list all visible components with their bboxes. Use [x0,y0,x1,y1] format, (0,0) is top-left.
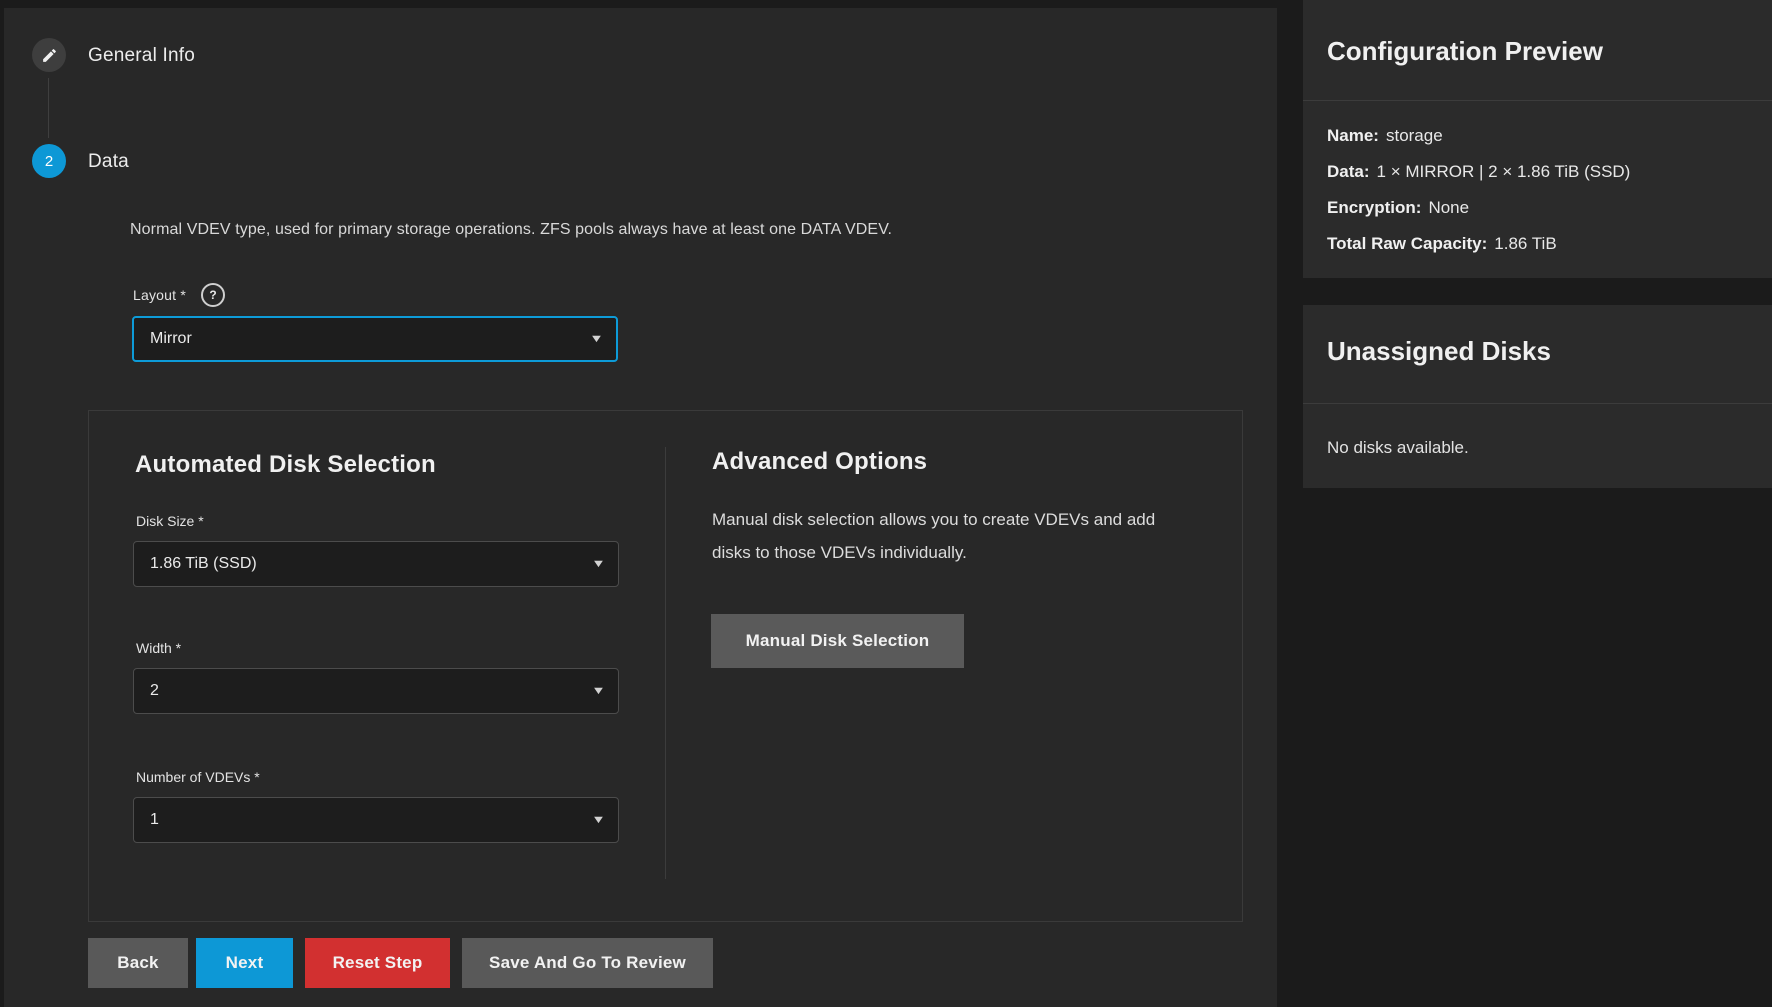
help-icon[interactable]: ? [201,283,225,307]
back-button[interactable]: Back [88,938,188,988]
config-row-capacity: Total Raw Capacity: 1.86 TiB [1327,226,1630,262]
step-2-number: 2 [45,153,53,170]
configuration-preview-title: Configuration Preview [1327,36,1603,67]
step-1-indicator[interactable] [32,38,66,72]
stepper-connector [48,78,49,138]
edit-icon [41,47,58,64]
card-column-divider [665,447,666,879]
configuration-preview-divider [1303,100,1772,101]
configuration-preview-rows: Name: storage Data: 1 × MIRROR | 2 × 1.8… [1327,118,1630,262]
unassigned-disks-title: Unassigned Disks [1327,336,1551,367]
chevron-down-icon: ▼ [591,814,606,826]
step-2-indicator[interactable]: 2 [32,144,66,178]
layout-label: Layout * [133,287,186,303]
config-row-encryption-value: None [1428,198,1469,218]
number-of-vdevs-select[interactable]: 1 ▼ [133,797,619,843]
save-and-go-to-review-button[interactable]: Save And Go To Review [462,938,713,988]
data-vdev-description: Normal VDEV type, used for primary stora… [130,221,892,239]
wizard-main-panel: General Info 2 Data Normal VDEV type, us… [4,8,1277,1007]
chevron-down-icon: ▼ [589,333,604,345]
config-row-data-value: 1 × MIRROR | 2 × 1.86 TiB (SSD) [1377,162,1631,182]
number-of-vdevs-select-value: 1 [150,811,159,829]
chevron-down-icon: ▼ [591,685,606,697]
config-row-data-label: Data: [1327,162,1370,182]
config-row-capacity-value: 1.86 TiB [1494,234,1556,254]
advanced-options-title: Advanced Options [712,448,927,476]
config-row-encryption-label: Encryption: [1327,198,1421,218]
disk-size-select[interactable]: 1.86 TiB (SSD) ▼ [133,541,619,587]
pool-creation-wizard: General Info 2 Data Normal VDEV type, us… [0,0,1772,1007]
unassigned-disks-divider [1303,403,1772,404]
next-button[interactable]: Next [196,938,293,988]
width-label: Width * [136,640,181,656]
config-row-data: Data: 1 × MIRROR | 2 × 1.86 TiB (SSD) [1327,154,1630,190]
width-select-value: 2 [150,682,159,700]
config-row-name: Name: storage [1327,118,1630,154]
layout-field-label-row: Layout * ? [133,283,225,307]
disk-selection-card: Automated Disk Selection Disk Size * 1.8… [88,410,1243,922]
manual-disk-selection-button[interactable]: Manual Disk Selection [711,614,964,668]
step-general-info-label[interactable]: General Info [88,45,195,67]
layout-select-value: Mirror [150,330,192,348]
config-row-encryption: Encryption: None [1327,190,1630,226]
no-disks-message: No disks available. [1327,438,1469,458]
unassigned-disks-panel [1303,305,1772,488]
step-data-label[interactable]: Data [88,151,129,173]
number-of-vdevs-label: Number of VDEVs * [136,769,260,785]
advanced-options-description: Manual disk selection allows you to crea… [712,503,1167,569]
layout-select[interactable]: Mirror ▼ [132,316,618,362]
config-row-capacity-label: Total Raw Capacity: [1327,234,1487,254]
automated-disk-selection-title: Automated Disk Selection [135,451,436,479]
disk-size-label: Disk Size * [136,513,204,529]
config-row-name-label: Name: [1327,126,1379,146]
config-row-name-value: storage [1386,126,1443,146]
width-select[interactable]: 2 ▼ [133,668,619,714]
chevron-down-icon: ▼ [591,558,606,570]
reset-step-button[interactable]: Reset Step [305,938,450,988]
disk-size-select-value: 1.86 TiB (SSD) [150,555,257,573]
